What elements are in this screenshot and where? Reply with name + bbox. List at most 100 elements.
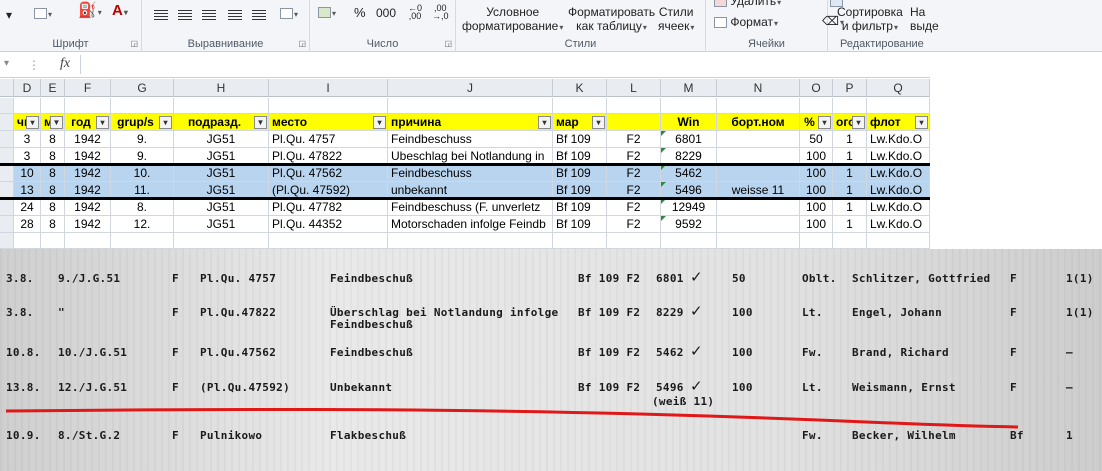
table-cell[interactable]: 1 — [833, 199, 867, 216]
header-cell[interactable]: борт.ном — [717, 114, 800, 131]
header-cell[interactable]: м ▼ — [41, 114, 65, 131]
column-header-l[interactable]: L — [607, 79, 661, 97]
column-header-n[interactable]: N — [717, 79, 800, 97]
table-cell[interactable]: 1942 — [65, 216, 111, 233]
empty-cell[interactable] — [607, 98, 661, 114]
conditional-formatting-button[interactable]: Условное форматирование▾ — [462, 5, 563, 35]
table-cell[interactable]: 5462 — [661, 165, 717, 182]
row-header[interactable] — [0, 233, 14, 249]
column-header-j[interactable]: J — [388, 79, 553, 97]
empty-cell[interactable] — [661, 233, 717, 249]
table-cell[interactable]: F2 — [607, 165, 661, 182]
cell-styles-button[interactable]: Стили ячеек▾ — [658, 5, 694, 35]
empty-cell[interactable] — [111, 98, 174, 114]
currency-format-icon[interactable]: ▾ — [318, 5, 336, 21]
row-header[interactable] — [0, 165, 14, 182]
empty-cell[interactable] — [661, 98, 717, 114]
select-all-corner[interactable] — [0, 79, 14, 97]
table-cell[interactable]: Motorschaden infolge Feindb — [388, 216, 553, 233]
table-cell[interactable]: 8 — [41, 216, 65, 233]
sort-filter-button[interactable]: Сортировка и фильтр▾ — [837, 5, 903, 35]
column-header-p[interactable]: P — [833, 79, 867, 97]
table-cell[interactable]: Bf 109 — [553, 199, 607, 216]
filter-dropdown-icon[interactable]: ▾ — [373, 116, 386, 129]
header-cell[interactable]: Win — [661, 114, 717, 131]
empty-cell[interactable] — [269, 233, 388, 249]
find-select-button[interactable]: На выде — [910, 5, 939, 33]
table-cell[interactable]: 50 — [800, 131, 833, 148]
format-as-table-button[interactable]: Форматировать как таблицу▾ — [568, 5, 655, 35]
empty-cell[interactable] — [111, 233, 174, 249]
table-cell[interactable]: 8. — [111, 199, 174, 216]
table-cell[interactable]: JG51 — [174, 131, 269, 148]
table-cell[interactable]: 12949 — [661, 199, 717, 216]
column-header-m[interactable]: M — [661, 79, 717, 97]
filter-dropdown-icon[interactable]: ▾ — [159, 116, 172, 129]
header-cell[interactable]: место ▾ — [269, 114, 388, 131]
table-cell[interactable] — [717, 131, 800, 148]
table-cell[interactable]: 9. — [111, 131, 174, 148]
table-cell[interactable]: 100 — [800, 199, 833, 216]
filter-dropdown-icon[interactable]: ▾ — [538, 116, 551, 129]
header-cell[interactable] — [607, 114, 661, 131]
empty-cell[interactable] — [174, 98, 269, 114]
row-header[interactable] — [0, 199, 14, 216]
empty-cell[interactable] — [388, 98, 553, 114]
column-header-g[interactable]: G — [111, 79, 174, 97]
empty-cell[interactable] — [553, 98, 607, 114]
row-header[interactable] — [0, 114, 14, 131]
table-cell[interactable]: 8 — [41, 199, 65, 216]
delete-cells-button[interactable]: Удалить▾ — [714, 0, 781, 10]
column-header-o[interactable]: O — [800, 79, 833, 97]
format-cells-button[interactable]: Формат▾ — [714, 15, 778, 31]
align-center-icon[interactable] — [178, 8, 192, 22]
table-cell[interactable]: F2 — [607, 131, 661, 148]
filter-dropdown-icon[interactable]: ▾ — [818, 116, 831, 129]
header-cell[interactable]: ого ▾ — [833, 114, 867, 131]
header-cell[interactable]: причина ▾ — [388, 114, 553, 131]
table-cell[interactable]: 10 — [14, 165, 41, 182]
empty-cell[interactable] — [14, 98, 41, 114]
empty-cell[interactable] — [607, 233, 661, 249]
table-cell[interactable]: JG51 — [174, 216, 269, 233]
empty-cell[interactable] — [800, 233, 833, 249]
table-cell[interactable]: JG51 — [174, 165, 269, 182]
empty-cell[interactable] — [717, 98, 800, 114]
empty-cell[interactable] — [65, 233, 111, 249]
align-right-icon[interactable] — [202, 8, 216, 22]
table-cell[interactable]: 1942 — [65, 131, 111, 148]
table-cell[interactable]: Feindbeschuss — [388, 165, 553, 182]
table-cell[interactable]: 100 — [800, 216, 833, 233]
table-cell[interactable]: Lw.Kdo.O — [867, 199, 930, 216]
table-cell[interactable]: Pl.Qu. 47782 — [269, 199, 388, 216]
table-cell[interactable]: JG51 — [174, 199, 269, 216]
table-cell[interactable] — [717, 199, 800, 216]
row-header[interactable] — [0, 216, 14, 233]
empty-cell[interactable] — [174, 233, 269, 249]
header-cell[interactable]: подразд. ▼ — [174, 114, 269, 131]
empty-cell[interactable] — [833, 98, 867, 114]
filter-dropdown-icon[interactable]: ▼ — [254, 116, 267, 129]
table-cell[interactable]: Feindbeschuss — [388, 131, 553, 148]
table-cell[interactable]: 28 — [14, 216, 41, 233]
filter-dropdown-icon[interactable]: ▾ — [592, 116, 605, 129]
header-cell[interactable]: % ▾ — [800, 114, 833, 131]
table-cell[interactable]: 1 — [833, 131, 867, 148]
merge-center-icon[interactable]: ▾ — [280, 6, 298, 22]
table-cell[interactable]: 1942 — [65, 199, 111, 216]
filter-dropdown-icon[interactable]: ▼ — [50, 116, 63, 129]
column-header-e[interactable]: E — [41, 79, 65, 97]
dialog-launcher-icon[interactable]: ◲ — [444, 39, 452, 48]
column-header-f[interactable]: F — [65, 79, 111, 97]
filter-dropdown-icon[interactable]: ▾ — [915, 116, 928, 129]
table-cell[interactable]: Lw.Kdo.O — [867, 165, 930, 182]
empty-cell[interactable] — [388, 233, 553, 249]
row-header[interactable] — [0, 131, 14, 148]
empty-cell[interactable] — [41, 233, 65, 249]
table-cell[interactable]: 3 — [14, 131, 41, 148]
table-cell[interactable]: 8 — [41, 131, 65, 148]
table-cell[interactable]: F2 — [607, 199, 661, 216]
empty-cell[interactable] — [269, 98, 388, 114]
table-cell[interactable]: 1 — [833, 165, 867, 182]
table-cell[interactable]: 6801 — [661, 131, 717, 148]
